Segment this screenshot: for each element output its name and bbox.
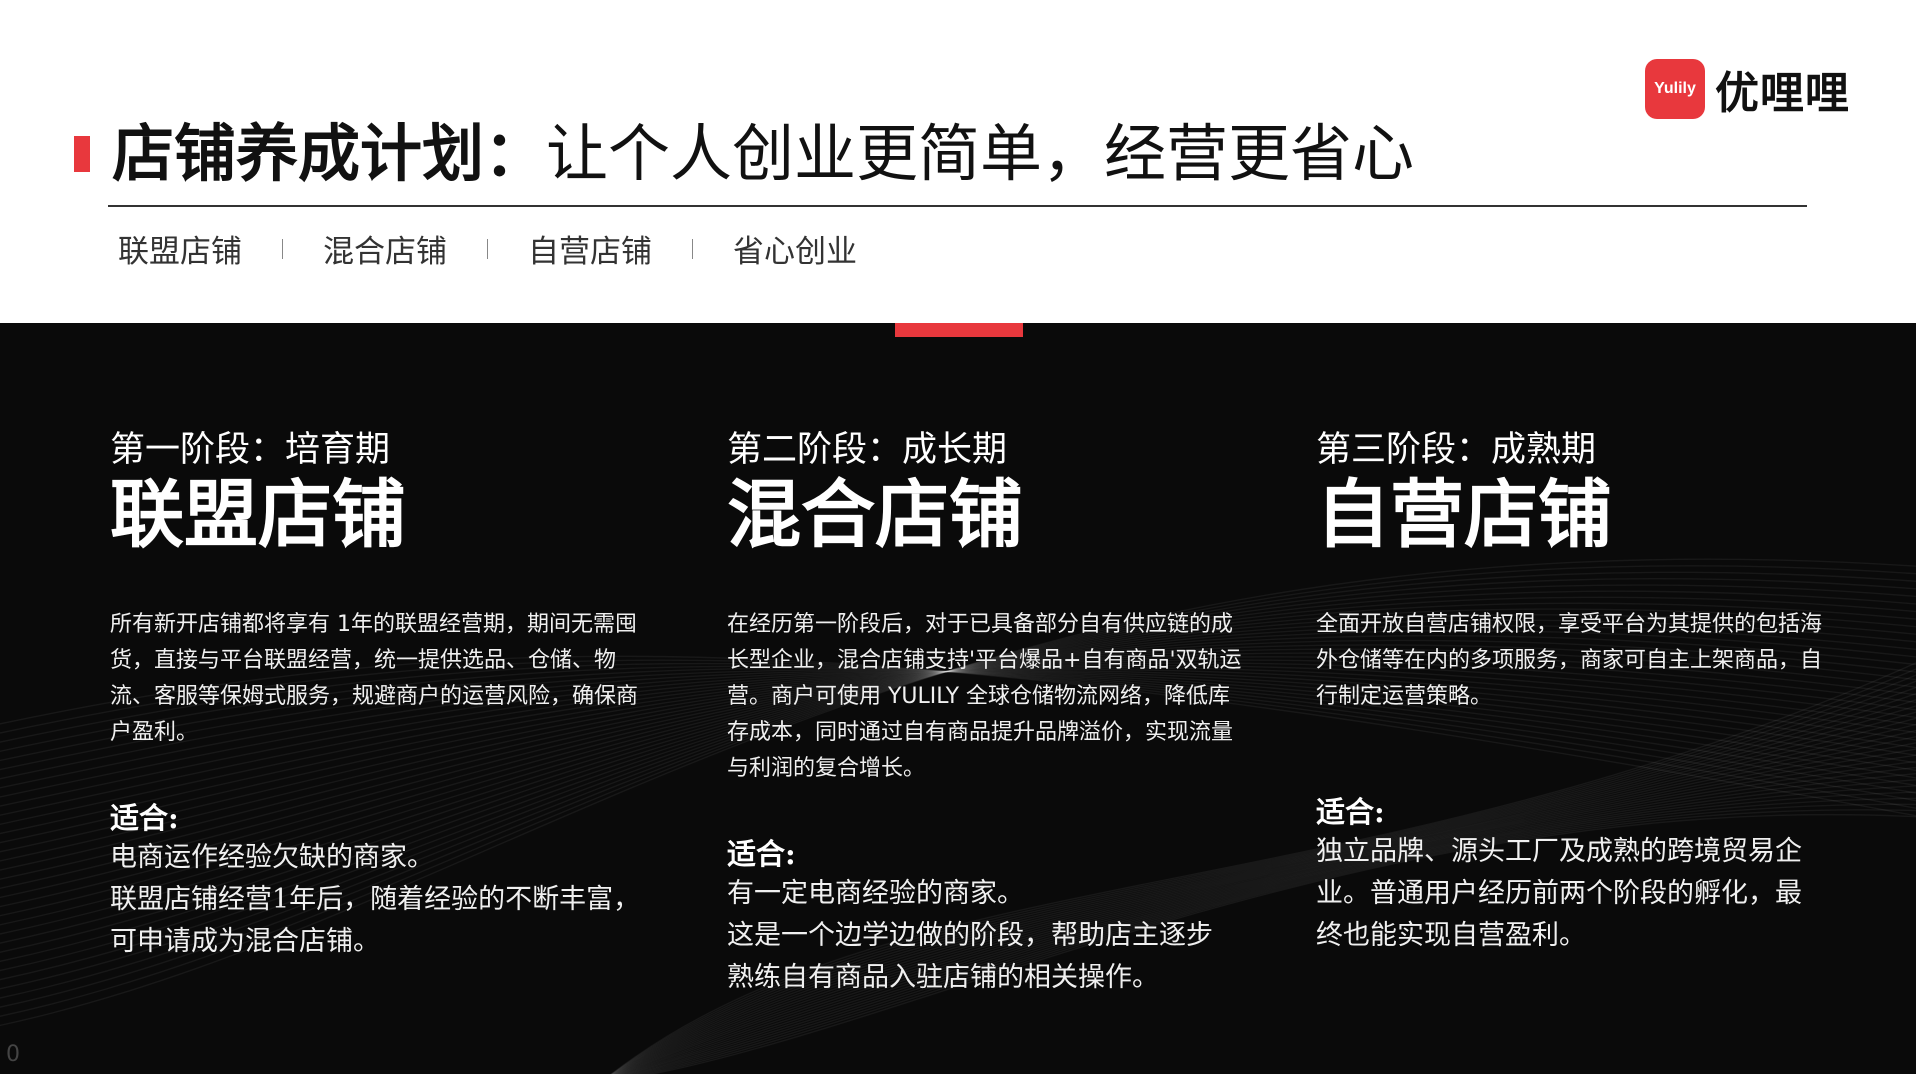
fit-description: 有一定电商经验的商家。 这是一个边学边做的阶段，帮助店主逐步 熟练自有商品入驻店… [727, 873, 1213, 999]
fit-title: 适合: [1316, 795, 1385, 829]
stage-description: 全面开放自营店铺权限，享受平台为其提供的包括海外仓储等在内的多项服务，商家可自主… [1316, 612, 1823, 709]
fit-line: 可申请成为混合店铺。 [110, 926, 380, 957]
stage-description: 在经历第一阶段后，对于已具备部分自有供应链的成长型企业，混合店铺支持'平台爆品+… [727, 612, 1242, 781]
fit-description: 独立品牌、源头工厂及成熟的跨境贸易企 业。普通用户经历前两个阶段的孵化，最 终也… [1316, 831, 1802, 957]
brand-logo: Yulily 优哩哩 [1645, 57, 1850, 121]
stage-label: 第三阶段：成熟期 [1316, 430, 1597, 470]
tab-separator [487, 238, 488, 259]
stages-panel: 第一阶段：培育期 联盟店铺 所有新开店铺都将享有 1年的联盟经营期，期间无需囤货… [0, 323, 1916, 1074]
title-accent-bar [74, 136, 90, 172]
fit-title: 适合: [727, 837, 796, 871]
tab-hybrid-store[interactable]: 混合店铺 [323, 226, 447, 271]
fit-line: 独立品牌、源头工厂及成熟的跨境贸易企 [1316, 836, 1802, 867]
page-title-main: 店铺养成计划： [112, 117, 547, 190]
fit-line: 有一定电商经验的商家。 [727, 878, 1024, 909]
fit-line: 电商运作经验欠缺的商家。 [110, 842, 434, 873]
fit-description: 电商运作经验欠缺的商家。 联盟店铺经营1年后，随着经验的不断丰富， 可申请成为混… [110, 837, 640, 963]
tab-easy-startup[interactable]: 省心创业 [733, 226, 857, 271]
logo-mark-icon: Yulily [1645, 59, 1705, 119]
stage-label: 第二阶段：成长期 [727, 430, 1008, 470]
fit-title: 适合: [110, 801, 179, 835]
tab-separator [692, 238, 693, 259]
page-title-rest: 让个人创业更简单，经营更省心 [546, 117, 1415, 190]
stage-name: 联盟店铺 [110, 472, 406, 558]
tab-self-operated-store[interactable]: 自营店铺 [528, 226, 652, 271]
stage-name: 混合店铺 [727, 472, 1023, 558]
tab-separator [282, 238, 283, 259]
fit-line: 熟练自有商品入驻店铺的相关操作。 [727, 962, 1159, 993]
stage-label: 第一阶段：培育期 [110, 430, 391, 470]
logo-text: 优哩哩 [1715, 68, 1850, 119]
page-title: 店铺养成计划：让个人创业更简单，经营更省心 [112, 118, 1414, 189]
corner-mark: 0 [6, 1042, 20, 1067]
tab-alliance-store[interactable]: 联盟店铺 [118, 226, 242, 271]
stage-name: 自营店铺 [1316, 472, 1612, 558]
fit-line: 业。普通用户经历前两个阶段的孵化，最 [1316, 878, 1802, 909]
tab-bar: 联盟店铺 混合店铺 自营店铺 省心创业 [118, 226, 857, 271]
fit-line: 这是一个边学边做的阶段，帮助店主逐步 [727, 920, 1213, 951]
panel-accent-bar [895, 323, 1023, 337]
title-divider [108, 205, 1807, 207]
fit-line: 终也能实现自营盈利。 [1316, 920, 1586, 951]
fit-line: 联盟店铺经营1年后，随着经验的不断丰富， [110, 884, 641, 915]
stage-description: 所有新开店铺都将享有 1年的联盟经营期，期间无需囤货，直接与平台联盟经营，统一提… [110, 612, 639, 745]
